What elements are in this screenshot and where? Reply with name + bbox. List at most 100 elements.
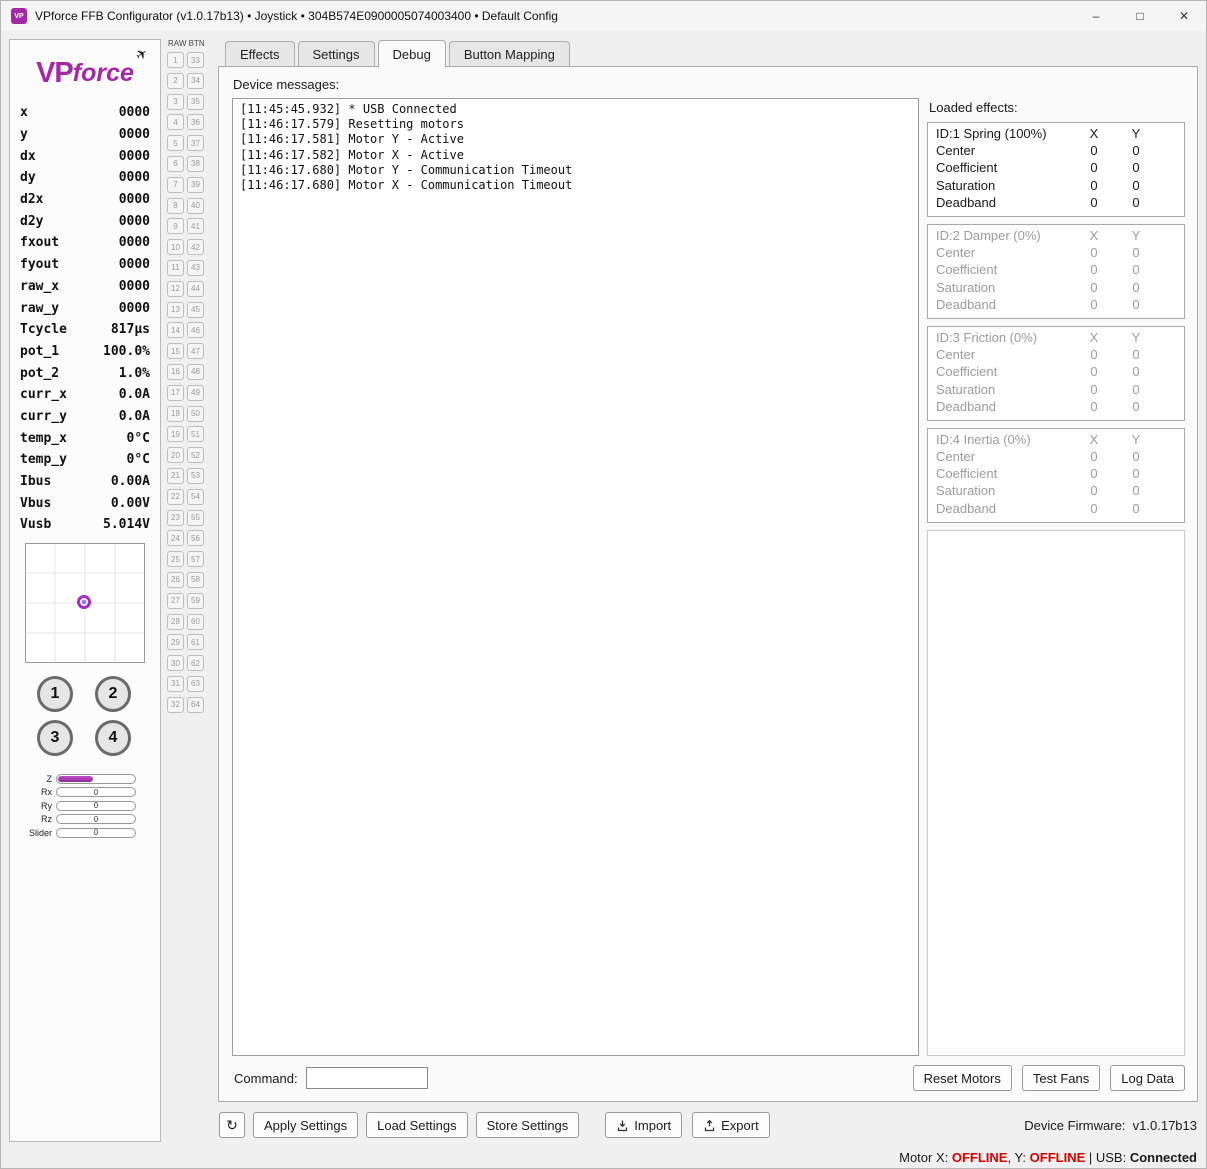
- raw-button-12[interactable]: 12: [167, 280, 184, 297]
- axis-value: 0: [93, 801, 99, 811]
- raw-button-18[interactable]: 18: [167, 405, 184, 422]
- raw-button-60[interactable]: 60: [187, 613, 204, 630]
- raw-button-4[interactable]: 4: [167, 114, 184, 131]
- raw-button-40[interactable]: 40: [187, 197, 204, 214]
- raw-button-21[interactable]: 21: [167, 467, 184, 484]
- raw-button-43[interactable]: 43: [187, 259, 204, 276]
- raw-button-19[interactable]: 19: [167, 426, 184, 443]
- raw-button-63[interactable]: 63: [187, 675, 204, 692]
- log-message: [11:45:45.932] * USB Connected: [240, 102, 457, 116]
- raw-button-13[interactable]: 13: [167, 301, 184, 318]
- raw-button-44[interactable]: 44: [187, 280, 204, 297]
- telemetry-row-fyout: fyout 0000: [20, 254, 150, 276]
- raw-button-34[interactable]: 34: [187, 72, 204, 89]
- raw-button-26[interactable]: 26: [167, 571, 184, 588]
- raw-button-20[interactable]: 20: [167, 447, 184, 464]
- command-input[interactable]: [305, 1067, 428, 1089]
- raw-button-1[interactable]: 1: [167, 52, 184, 68]
- raw-button-42[interactable]: 42: [187, 239, 204, 256]
- raw-button-56[interactable]: 56: [187, 530, 204, 547]
- raw-button-30[interactable]: 30: [167, 655, 184, 672]
- tab-settings[interactable]: Settings: [297, 41, 375, 66]
- raw-button-5[interactable]: 5: [167, 135, 184, 152]
- raw-button-57[interactable]: 57: [187, 551, 204, 568]
- axis-bar: 0: [56, 827, 136, 838]
- raw-button-41[interactable]: 41: [187, 218, 204, 235]
- test-fans-button[interactable]: Test Fans: [1021, 1065, 1101, 1091]
- raw-button-37[interactable]: 37: [187, 135, 204, 152]
- reset-motors-button[interactable]: Reset Motors: [912, 1065, 1012, 1091]
- raw-button-7[interactable]: 7: [167, 176, 184, 193]
- raw-button-28[interactable]: 28: [167, 613, 184, 630]
- store-settings-button[interactable]: Store Settings: [475, 1112, 580, 1138]
- raw-button-54[interactable]: 54: [187, 488, 204, 505]
- raw-button-46[interactable]: 46: [187, 322, 204, 339]
- raw-button-3[interactable]: 3: [167, 93, 184, 110]
- close-button[interactable]: ✕: [1162, 1, 1206, 31]
- raw-button-50[interactable]: 50: [187, 405, 204, 422]
- device-messages-label: Device messages:: [233, 77, 340, 92]
- raw-button-61[interactable]: 61: [187, 634, 204, 651]
- raw-button-52[interactable]: 52: [187, 447, 204, 464]
- raw-button-51[interactable]: 51: [187, 426, 204, 443]
- raw-button-35[interactable]: 35: [187, 93, 204, 110]
- raw-button-53[interactable]: 53: [187, 467, 204, 484]
- effect-param-name: Deadband: [936, 296, 996, 312]
- raw-button-38[interactable]: 38: [187, 155, 204, 172]
- raw-button-10[interactable]: 10: [167, 239, 184, 256]
- raw-button-64[interactable]: 64: [187, 696, 204, 713]
- raw-button-8[interactable]: 8: [167, 197, 184, 214]
- loaded-effects-label: Loaded effects:: [929, 100, 1018, 115]
- effect-param-y: 0: [1132, 296, 1140, 312]
- effect-param-row: Deadband 0 0: [936, 296, 1158, 313]
- effect-param-y: 0: [1132, 194, 1140, 210]
- raw-button-55[interactable]: 55: [187, 509, 204, 526]
- tab-debug[interactable]: Debug: [377, 40, 446, 67]
- telemetry-label: pot_2: [20, 365, 60, 381]
- tab-effects[interactable]: Effects: [225, 41, 295, 66]
- raw-button-48[interactable]: 48: [187, 363, 204, 380]
- raw-button-39[interactable]: 39: [187, 176, 204, 193]
- raw-button-32[interactable]: 32: [167, 696, 184, 713]
- raw-button-9[interactable]: 9: [167, 218, 184, 235]
- raw-button-6[interactable]: 6: [167, 155, 184, 172]
- raw-button-45[interactable]: 45: [187, 301, 204, 318]
- apply-settings-button[interactable]: Apply Settings: [253, 1112, 359, 1138]
- import-button[interactable]: Import: [605, 1112, 683, 1138]
- raw-button-62[interactable]: 62: [187, 655, 204, 672]
- log-data-button[interactable]: Log Data: [1110, 1065, 1185, 1091]
- device-messages-log[interactable]: [11:45:45.932] * USB Connected [11:46:17.…: [232, 98, 919, 1056]
- refresh-button[interactable]: ↻: [219, 1112, 245, 1138]
- tab-button-mapping[interactable]: Button Mapping: [448, 41, 570, 66]
- telemetry-label: Vusb: [20, 517, 52, 533]
- raw-button-27[interactable]: 27: [167, 592, 184, 609]
- telemetry-value: 100.0%: [103, 343, 150, 359]
- raw-button-29[interactable]: 29: [167, 634, 184, 651]
- raw-button-59[interactable]: 59: [187, 592, 204, 609]
- raw-button-17[interactable]: 17: [167, 384, 184, 401]
- raw-button-58[interactable]: 58: [187, 571, 204, 588]
- maximize-button[interactable]: □: [1118, 1, 1162, 31]
- load-settings-button[interactable]: Load Settings: [366, 1112, 468, 1138]
- command-label: Command:: [234, 1070, 298, 1086]
- raw-button-14[interactable]: 14: [167, 322, 184, 339]
- effect-param-y: 0: [1132, 364, 1140, 380]
- axis-row-z: Z: [20, 773, 150, 784]
- raw-button-23[interactable]: 23: [167, 509, 184, 526]
- raw-button-25[interactable]: 25: [167, 551, 184, 568]
- raw-button-36[interactable]: 36: [187, 114, 204, 131]
- raw-button-24[interactable]: 24: [167, 530, 184, 547]
- raw-button-11[interactable]: 11: [167, 259, 184, 276]
- raw-button-15[interactable]: 15: [167, 343, 184, 360]
- minimize-button[interactable]: –: [1074, 1, 1118, 31]
- raw-button-31[interactable]: 31: [167, 675, 184, 692]
- raw-button-16[interactable]: 16: [167, 363, 184, 380]
- telemetry-label: curr_x: [20, 387, 67, 403]
- raw-button-2[interactable]: 2: [167, 72, 184, 89]
- raw-button-47[interactable]: 47: [187, 343, 204, 360]
- export-button[interactable]: Export: [692, 1112, 770, 1138]
- raw-button-49[interactable]: 49: [187, 384, 204, 401]
- raw-button-22[interactable]: 22: [167, 488, 184, 505]
- telemetry-value: 0000: [118, 170, 150, 186]
- raw-button-33[interactable]: 33: [187, 52, 204, 68]
